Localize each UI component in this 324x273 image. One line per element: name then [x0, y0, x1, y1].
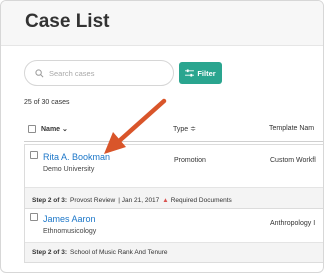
filter-button[interactable]: Filter — [179, 62, 222, 84]
case-count: 25 of 30 cases — [24, 99, 70, 106]
step-label: Step 2 of 3: — [32, 249, 68, 256]
table-header: Name ⌄ Type ≑ Template Nam — [1, 123, 323, 137]
column-name-header[interactable]: Name ⌄ — [41, 125, 68, 133]
row-checkbox[interactable] — [30, 151, 38, 159]
case-list-window: Case List Filter 25 of 30 cases Name ⌄ T… — [0, 0, 324, 273]
alert-text[interactable]: Required Documents — [171, 197, 232, 204]
page-title: Case List — [25, 11, 110, 32]
case-status-bar: Step 2 of 3: School of Music Rank And Te… — [25, 242, 323, 262]
select-all-checkbox[interactable] — [28, 125, 36, 133]
sliders-icon — [185, 69, 195, 77]
search-icon — [35, 68, 44, 77]
filter-label: Filter — [197, 68, 216, 78]
case-template: Anthropology I — [270, 220, 316, 227]
sort-icon: ≑ — [190, 126, 197, 133]
case-template: Custom Workfl — [270, 157, 316, 164]
case-row: James Aaron Ethnomusicology Anthropology… — [24, 208, 323, 263]
case-unit: Ethnomusicology — [43, 228, 97, 235]
column-template-header[interactable]: Template Nam — [269, 125, 314, 132]
case-type: Promotion — [174, 157, 206, 164]
case-name-link[interactable]: Rita A. Bookman — [43, 152, 110, 162]
page-header: Case List — [1, 1, 323, 46]
step-date: | Jan 21, 2017 — [118, 197, 160, 204]
warning-icon: ▲ — [162, 197, 169, 204]
sort-desc-icon: ⌄ — [62, 126, 68, 133]
header-divider — [24, 141, 323, 142]
row-checkbox[interactable] — [30, 213, 38, 221]
step-text: School of Music Rank And Tenure — [70, 249, 168, 256]
step-text: Provost Review — [70, 197, 116, 204]
case-unit: Demo University — [43, 166, 95, 173]
search-input[interactable] — [49, 68, 169, 78]
case-row: Rita A. Bookman Demo University Promotio… — [24, 144, 323, 214]
column-type-header[interactable]: Type ≑ — [173, 125, 196, 133]
case-name-link[interactable]: James Aaron — [43, 214, 96, 224]
search-box[interactable] — [24, 60, 174, 86]
step-label: Step 2 of 3: — [32, 197, 68, 204]
